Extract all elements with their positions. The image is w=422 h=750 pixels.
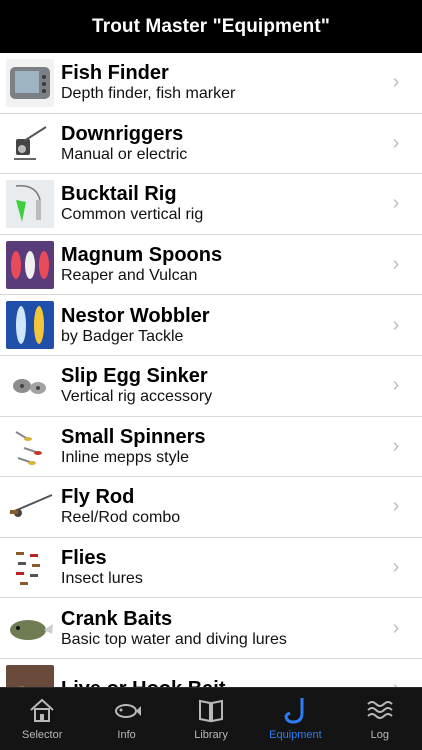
item-title: Nestor Wobbler: [61, 304, 210, 327]
list-item-fish-finder[interactable]: Fish Finder Depth finder, fish marker ›: [0, 53, 422, 114]
list-item-nestor-wobbler[interactable]: Nestor Wobbler by Badger Tackle ›: [0, 295, 422, 356]
chevron-right-icon: ›: [392, 495, 400, 518]
tab-label: Equipment: [269, 729, 322, 741]
tab-equipment[interactable]: Equipment: [253, 688, 337, 750]
list-item-magnum-spoons[interactable]: Magnum Spoons Reaper and Vulcan ›: [0, 235, 422, 296]
nestor-wobbler-icon: [6, 301, 54, 350]
item-subtitle: by Badger Tackle: [61, 327, 184, 345]
fish-info-icon: [114, 704, 141, 718]
item-subtitle: Vertical rig accessory: [61, 388, 213, 406]
item-subtitle: Reaper and Vulcan: [61, 267, 198, 285]
chevron-right-icon: ›: [392, 313, 400, 336]
list-item-bucktail-rig[interactable]: Bucktail Rig Common vertical rig ›: [0, 174, 422, 235]
list-item-fly-rod[interactable]: Fly Rod Reel/Rod combo ›: [0, 477, 422, 538]
bucktail-rig-icon: [6, 179, 54, 228]
list-item-downriggers[interactable]: Downriggers Manual or electric ›: [0, 114, 422, 175]
item-subtitle: Depth finder, fish marker: [61, 85, 236, 103]
chevron-right-icon: ›: [392, 434, 400, 457]
list-item-crank-baits[interactable]: Crank Baits Basic top water and diving l…: [0, 598, 422, 659]
list-item-flies[interactable]: Flies Insect lures ›: [0, 538, 422, 599]
item-title: Slip Egg Sinker: [61, 365, 208, 388]
page-title: Trout Master "Equipment": [92, 15, 330, 37]
tab-selector[interactable]: Selector: [0, 688, 84, 750]
item-title: Fly Rod: [61, 486, 135, 509]
tab-log[interactable]: Log: [338, 688, 422, 750]
tab-label: Library: [194, 729, 228, 741]
item-subtitle: Common vertical rig: [61, 206, 204, 224]
list-item-slip-egg-sinker[interactable]: Slip Egg Sinker Vertical rig accessory ›: [0, 356, 422, 417]
tab-library[interactable]: Library: [169, 688, 253, 750]
spinners-icon: [6, 422, 54, 471]
item-title: Flies: [61, 547, 107, 570]
item-title: Crank Baits: [61, 607, 173, 630]
crank-bait-icon: [6, 604, 54, 653]
item-subtitle: Basic top water and diving lures: [61, 630, 287, 648]
item-title: Downriggers: [61, 122, 184, 145]
item-title: Magnum Spoons: [61, 244, 223, 267]
chevron-right-icon: ›: [392, 192, 400, 215]
chevron-right-icon: ›: [392, 556, 400, 579]
tab-label: Selector: [22, 729, 63, 741]
item-subtitle: Reel/Rod combo: [61, 509, 181, 527]
chevron-right-icon: ›: [384, 677, 408, 687]
fly-rod-icon: [6, 482, 54, 531]
item-title: Small Spinners: [61, 425, 206, 448]
list-item-live-bait[interactable]: Live or Hook Bait ›: [0, 659, 422, 687]
item-title: Fish Finder: [61, 62, 169, 85]
tab-bar: Selector Info Library Equipment Log: [0, 687, 422, 750]
chevron-right-icon: ›: [392, 131, 400, 154]
house-icon: [30, 698, 54, 722]
item-subtitle: Inline mepps style: [61, 448, 190, 466]
fish-finder-icon: [6, 58, 54, 107]
chevron-right-icon: ›: [392, 71, 400, 94]
item-title: Bucktail Rig: [61, 183, 177, 206]
tab-label: Info: [117, 729, 136, 741]
tab-info[interactable]: Info: [84, 688, 168, 750]
book-icon: [199, 699, 224, 723]
item-subtitle: Manual or electric: [61, 145, 188, 163]
item-title: Live or Hook Bait: [61, 678, 384, 687]
chevron-right-icon: ›: [392, 253, 400, 276]
navigation-bar: Trout Master "Equipment": [0, 0, 422, 53]
chevron-right-icon: ›: [392, 374, 400, 397]
downrigger-icon: [6, 119, 54, 168]
magnum-spoons-icon: [6, 240, 54, 289]
equipment-list[interactable]: Fish Finder Depth finder, fish marker › …: [0, 53, 422, 687]
egg-sinker-icon: [6, 361, 54, 410]
fishing-hook-icon: [284, 698, 304, 724]
waves-icon: [367, 701, 393, 719]
flies-icon: [6, 543, 54, 592]
item-subtitle: Insect lures: [61, 570, 143, 588]
live-bait-icon: [6, 664, 54, 687]
tab-label: Log: [370, 729, 389, 741]
chevron-right-icon: ›: [392, 616, 400, 639]
list-item-small-spinners[interactable]: Small Spinners Inline mepps style ›: [0, 417, 422, 478]
